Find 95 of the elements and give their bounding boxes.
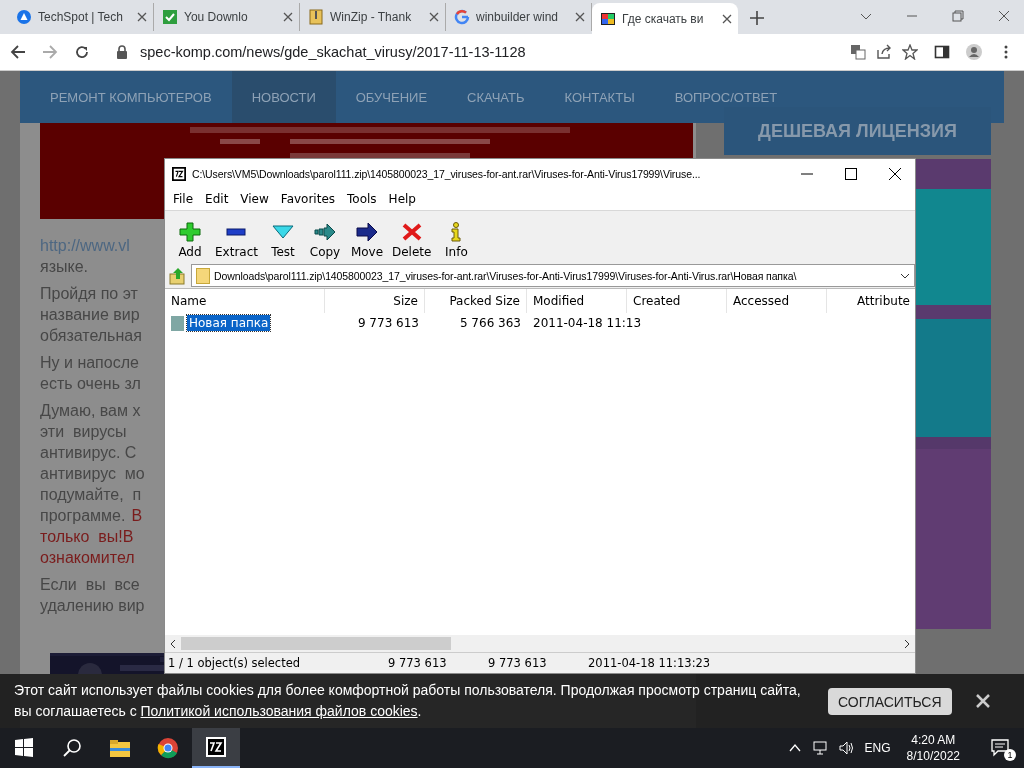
side-panel-icon[interactable] xyxy=(934,44,950,60)
toolbar-button[interactable]: Copy xyxy=(304,222,346,259)
reload-icon[interactable] xyxy=(74,44,90,60)
toolbar-button[interactable]: Extract xyxy=(211,222,262,259)
menu-item[interactable]: View xyxy=(234,192,275,206)
article-text: эти вирусы xyxy=(40,422,127,442)
menu-item[interactable]: Favorites xyxy=(274,192,342,206)
toolbar-button[interactable]: Info xyxy=(435,222,478,259)
menu-item[interactable]: Help xyxy=(382,192,422,206)
close-icon[interactable] xyxy=(722,13,732,24)
google-icon xyxy=(454,9,470,25)
back-icon[interactable] xyxy=(10,44,26,60)
arrow-icon xyxy=(356,222,378,242)
article-text: название вир xyxy=(40,305,140,325)
cookie-notice-text: Этот сайт использует файлы cookies для более комфортной работы пользователя. Продолжая просмотр страниц сайта, вы соглашаетесь с Политикой использования файлов cookies. xyxy=(14,681,802,721)
window-title: C:\Users\VM5\Downloads\parol111.zip\1405800023_17_viruses-for-ant.rar\Viruses-for-Anti-Virus17999\Viruse... xyxy=(192,167,702,180)
column-header[interactable]: Created xyxy=(627,289,727,313)
menu-item[interactable]: File xyxy=(167,192,200,206)
toolbar-button[interactable]: Add xyxy=(169,222,211,259)
article-text: ознакомител xyxy=(40,548,135,568)
article-text: программе. xyxy=(40,506,126,526)
folder-up-icon[interactable] xyxy=(168,265,188,286)
article-text: есть очень зл xyxy=(40,374,141,394)
app-icon xyxy=(172,166,186,181)
article-text: только вы!В xyxy=(40,527,134,547)
notification-badge: 1 xyxy=(1004,749,1016,761)
browser-tab[interactable]: You Downlo xyxy=(154,3,300,31)
article-text: подумайте, п xyxy=(40,485,142,505)
profile-icon[interactable] xyxy=(966,44,982,60)
archive-icon xyxy=(308,9,324,25)
policy-link[interactable]: Политикой использования файлов cookies xyxy=(140,703,418,719)
menu-item[interactable]: Edit xyxy=(199,192,235,206)
browser-tab[interactable]: Где скачать ви xyxy=(592,3,738,34)
circle-icon xyxy=(16,9,32,25)
menu-item[interactable]: Tools xyxy=(341,192,383,206)
status-text: 9 773 613 xyxy=(387,656,448,670)
article-text: удалению вир xyxy=(40,596,145,616)
article-text: языке. xyxy=(40,257,89,277)
status-text: 2011-04-18 11:13:23 xyxy=(587,656,712,670)
checkbox-icon xyxy=(162,9,178,25)
browser-tab[interactable]: WinZip - Thank xyxy=(300,3,446,31)
arrow-icon xyxy=(314,222,336,242)
plus-icon xyxy=(179,222,201,242)
chrome-icon xyxy=(157,737,179,759)
network-icon[interactable] xyxy=(812,740,829,756)
column-header[interactable]: Modified xyxy=(527,289,627,313)
close-icon[interactable] xyxy=(889,167,901,180)
notification-icon[interactable] xyxy=(990,737,1010,757)
column-header[interactable]: Name xyxy=(165,289,325,313)
clock-time[interactable]: 4:20 AM xyxy=(911,732,956,748)
toolbar-button[interactable]: Test xyxy=(262,222,304,259)
scrollbar-thumb[interactable] xyxy=(181,637,451,650)
column-header[interactable]: Size xyxy=(325,289,425,313)
article-text: В xyxy=(131,506,143,526)
article-text: антивирус мо xyxy=(40,464,145,484)
plus-icon[interactable] xyxy=(750,11,764,25)
table-cell: 9 773 613 xyxy=(357,316,419,330)
toolbar-button[interactable]: Delete xyxy=(388,222,436,259)
article-text: Думаю, вам х xyxy=(40,401,141,421)
translate-icon[interactable] xyxy=(850,44,866,60)
volume-icon[interactable] xyxy=(838,740,855,756)
file-name[interactable]: Новая папка xyxy=(187,315,271,331)
status-text: 1 / 1 object(s) selected xyxy=(167,656,302,670)
table-cell: 2011-04-18 11:13 xyxy=(533,316,642,330)
browser-tab[interactable]: TechSpot | Tech xyxy=(8,3,154,31)
lock-icon xyxy=(114,44,130,60)
language-indicator[interactable]: ENG xyxy=(864,741,891,755)
article-text: Ну и напосле xyxy=(40,353,139,373)
clock-date[interactable]: 8/10/2022 xyxy=(906,748,960,764)
star-icon[interactable] xyxy=(902,44,918,60)
toolbar-button[interactable]: Move xyxy=(346,222,388,259)
taskbar-app[interactable] xyxy=(192,728,240,768)
picture-icon xyxy=(600,10,616,27)
column-header[interactable]: Packed Size xyxy=(425,289,527,313)
delete-icon xyxy=(400,222,423,242)
agree-button[interactable]: СОГЛАСИТЬСЯ xyxy=(828,687,952,715)
app-icon xyxy=(205,736,227,758)
article-text: Пройдя по эт xyxy=(40,284,138,304)
status-text: 9 773 613 xyxy=(487,656,548,670)
article-text: Если вы все xyxy=(40,575,140,595)
folder-icon xyxy=(196,267,210,284)
share-icon[interactable] xyxy=(876,44,892,60)
path-field[interactable]: Downloads\parol111.zip\1405800023_17_viruses-for-ant.rar\Viruses-for-Anti-Virus17999\Viruses-for-Anti-Virus.rar\Новая папка\ xyxy=(191,264,915,287)
folder-icon xyxy=(109,737,131,759)
maximize-icon[interactable] xyxy=(845,167,857,180)
column-header[interactable]: Attribute xyxy=(827,289,915,313)
article-text: обязательная xyxy=(40,326,142,346)
search-icon xyxy=(61,737,83,759)
table-cell: 5 766 363 xyxy=(459,316,521,330)
article-text: антивирус. С xyxy=(40,443,137,463)
restore-icon[interactable] xyxy=(952,10,964,22)
windows-icon xyxy=(13,737,35,759)
column-header[interactable]: Accessed xyxy=(727,289,827,313)
scrollbar[interactable] xyxy=(165,635,915,652)
folder-icon xyxy=(171,315,184,331)
